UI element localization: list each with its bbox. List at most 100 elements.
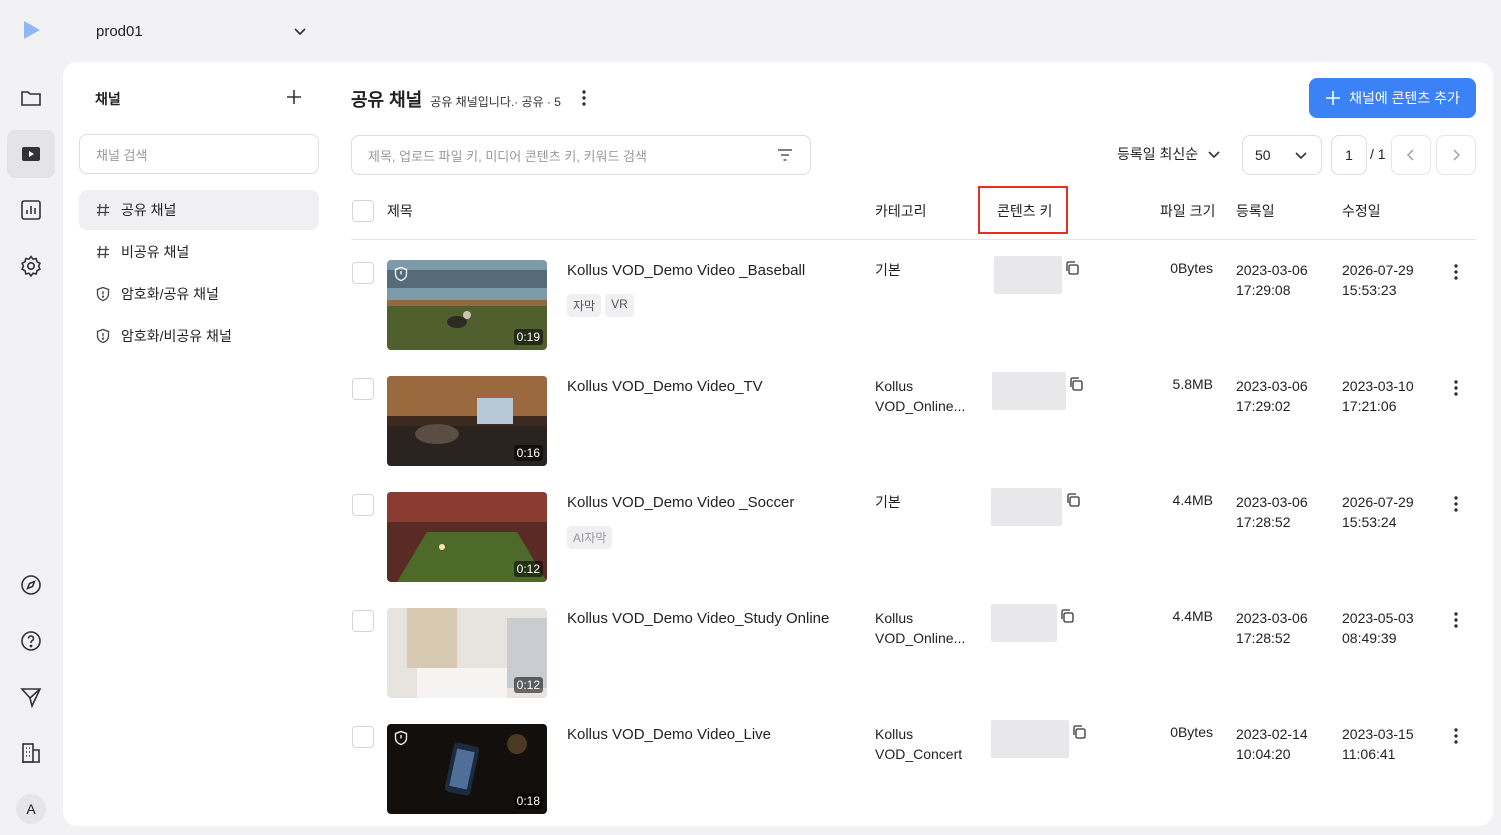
- created-time-value: 17:28:52: [1236, 630, 1291, 646]
- video-thumbnail[interactable]: 0:18: [387, 724, 547, 814]
- created-date: 2023-03-06 17:29:08: [1236, 260, 1308, 300]
- workspace-selector[interactable]: prod01: [96, 20, 308, 42]
- modified-time-value: 08:49:39: [1342, 630, 1397, 646]
- chevron-left-icon: [1406, 149, 1414, 161]
- modified-date: 2023-03-15 11:06:41: [1342, 724, 1414, 764]
- copy-icon[interactable]: [1068, 376, 1084, 392]
- col-content-key[interactable]: 콘텐츠 키: [997, 201, 1052, 221]
- row-checkbox[interactable]: [352, 494, 374, 516]
- video-tags: AI자막: [567, 526, 613, 549]
- user-avatar[interactable]: A: [16, 794, 46, 824]
- video-icon[interactable]: [7, 130, 55, 178]
- video-thumbnail[interactable]: 0:12: [387, 492, 547, 582]
- created-date-value: 2023-03-06: [1236, 378, 1308, 394]
- col-created[interactable]: 등록일: [1236, 201, 1275, 221]
- copy-icon[interactable]: [1064, 260, 1080, 276]
- tag-badge: 자막: [567, 294, 602, 317]
- col-modified[interactable]: 수정일: [1342, 201, 1381, 221]
- created-time-value: 17:28:52: [1236, 514, 1291, 530]
- col-title[interactable]: 제목: [387, 201, 413, 221]
- table-row[interactable]: 0:18 Kollus VOD_Demo Video_Live Kollus VO…: [63, 704, 1493, 820]
- page-input[interactable]: 1: [1331, 135, 1367, 175]
- file-size: 5.8MB: [1172, 376, 1213, 392]
- video-title[interactable]: Kollus VOD_Demo Video _Soccer: [567, 494, 794, 511]
- modified-date-value: 2026-07-29: [1342, 262, 1414, 278]
- content-search-placeholder: 제목, 업로드 파일 키, 미디어 콘텐츠 키, 키워드 검색: [368, 148, 647, 164]
- channel-search-input[interactable]: 채널 검색: [79, 134, 319, 174]
- sidebar-item-shared[interactable]: 공유 채널: [79, 190, 319, 230]
- row-checkbox[interactable]: [352, 610, 374, 632]
- modified-date-value: 2023-05-03: [1342, 610, 1414, 626]
- video-tags: 자막 VR: [567, 294, 634, 317]
- settings-gear-icon[interactable]: [7, 242, 55, 290]
- add-content-button[interactable]: 채널에 콘텐츠 추가: [1309, 78, 1476, 118]
- chart-icon[interactable]: [7, 186, 55, 234]
- modified-date: 2026-07-29 15:53:24: [1342, 492, 1414, 532]
- col-file-size[interactable]: 파일 크기: [1160, 201, 1215, 221]
- page-title: 공유 채널: [351, 90, 423, 110]
- video-thumbnail[interactable]: 0:12: [387, 608, 547, 698]
- sort-dropdown[interactable]: 등록일 최신순: [1117, 144, 1222, 164]
- video-duration: 0:12: [513, 561, 543, 577]
- avatar-letter: A: [26, 801, 36, 817]
- category-cell: 기본: [875, 260, 901, 280]
- video-title[interactable]: Kollus VOD_Demo Video_TV: [567, 378, 763, 395]
- video-thumbnail[interactable]: 0:19: [387, 260, 547, 350]
- copy-icon[interactable]: [1071, 724, 1087, 740]
- video-title[interactable]: Kollus VOD_Demo Video _Baseball: [567, 262, 805, 279]
- content-key-redacted: [991, 488, 1062, 526]
- row-more-icon[interactable]: [1447, 610, 1465, 630]
- row-more-icon[interactable]: [1447, 262, 1465, 282]
- video-title[interactable]: Kollus VOD_Demo Video_Live: [567, 726, 771, 743]
- video-title[interactable]: Kollus VOD_Demo Video_Study Online: [567, 610, 829, 627]
- category-cell: 기본: [875, 492, 901, 512]
- category-line-1: Kollus: [875, 378, 914, 394]
- file-size: 0Bytes: [1170, 724, 1213, 740]
- per-page-select[interactable]: 50: [1242, 135, 1322, 175]
- prev-page-button[interactable]: [1391, 135, 1431, 175]
- help-icon[interactable]: [7, 617, 55, 665]
- row-more-icon[interactable]: [1447, 494, 1465, 514]
- modified-date-value: 2023-03-10: [1342, 378, 1414, 394]
- send-icon[interactable]: [7, 673, 55, 721]
- compass-icon[interactable]: [7, 561, 55, 609]
- per-page-value: 50: [1255, 147, 1271, 163]
- file-size: 4.4MB: [1172, 608, 1213, 624]
- sidebar-title: 채널: [95, 91, 121, 107]
- created-time-value: 17:29:02: [1236, 398, 1291, 414]
- row-checkbox[interactable]: [352, 378, 374, 400]
- copy-icon[interactable]: [1065, 492, 1081, 508]
- channel-search-placeholder: 채널 검색: [96, 147, 148, 163]
- modified-time-value: 17:21:06: [1342, 398, 1397, 414]
- play-logo-icon[interactable]: [20, 19, 42, 41]
- copy-icon[interactable]: [1059, 608, 1075, 624]
- sidebar-item-label: 공유 채널: [121, 202, 177, 218]
- drm-shield-icon: [394, 730, 408, 746]
- next-page-button[interactable]: [1436, 135, 1476, 175]
- modified-time-value: 15:53:23: [1342, 282, 1397, 298]
- row-checkbox[interactable]: [352, 726, 374, 748]
- table-row[interactable]: 0:16 Kollus VOD_Demo Video_TV Kollus VOD_…: [63, 356, 1493, 472]
- table-row[interactable]: 0:12 Kollus VOD_Demo Video_Study Online …: [63, 588, 1493, 704]
- content-search-input[interactable]: 제목, 업로드 파일 키, 미디어 콘텐츠 키, 키워드 검색: [351, 135, 811, 175]
- created-time-value: 10:04:20: [1236, 746, 1291, 762]
- video-thumbnail[interactable]: 0:16: [387, 376, 547, 466]
- row-more-icon[interactable]: [1447, 726, 1465, 746]
- filter-icon[interactable]: [776, 146, 794, 164]
- select-all-checkbox[interactable]: [352, 200, 374, 222]
- modified-date: 2026-07-29 15:53:23: [1342, 260, 1414, 300]
- row-more-icon[interactable]: [1447, 378, 1465, 398]
- table-row[interactable]: 0:12 Kollus VOD_Demo Video _Soccer AI자막 …: [63, 472, 1493, 588]
- hash-icon: [97, 203, 109, 217]
- file-size: 0Bytes: [1170, 260, 1213, 276]
- page-header: 공유 채널 공유 채널입니다.· 공유 · 5: [351, 86, 561, 112]
- folder-icon[interactable]: [7, 74, 55, 122]
- row-checkbox[interactable]: [352, 262, 374, 284]
- col-category[interactable]: 카테고리: [875, 201, 927, 221]
- table-row[interactable]: 0:19 Kollus VOD_Demo Video _Baseball 자막 …: [63, 240, 1493, 356]
- category-line-1: 기본: [875, 262, 901, 278]
- more-vertical-icon[interactable]: [575, 88, 593, 108]
- add-channel-plus-icon[interactable]: [285, 88, 303, 106]
- sort-label: 등록일 최신순: [1117, 146, 1199, 162]
- building-icon[interactable]: [7, 729, 55, 777]
